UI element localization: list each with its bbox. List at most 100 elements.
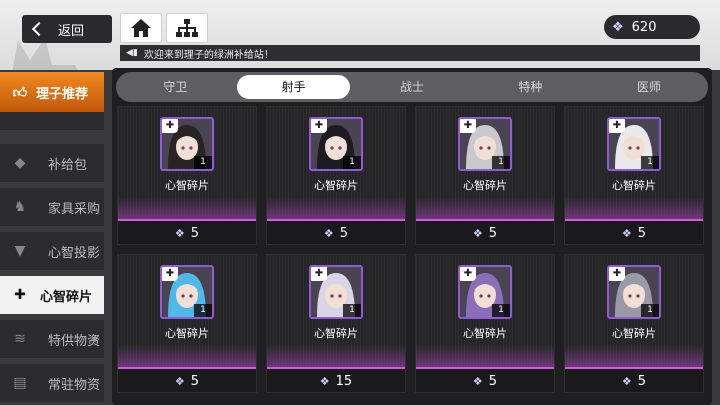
card-glow xyxy=(118,197,256,221)
character-portrait: ✚ 1 xyxy=(309,265,363,319)
shop-item-card[interactable]: ✚ 1 心智碎片 ❖ 5 xyxy=(117,254,257,393)
tab-special[interactable]: 特种 xyxy=(474,75,586,99)
tab-guard[interactable]: 守卫 xyxy=(119,75,231,99)
puzzle-icon: ✚ xyxy=(14,287,26,303)
item-count: 1 xyxy=(492,304,510,317)
character-portrait: ✚ 1 xyxy=(160,117,214,171)
sidebar-item-supply-pack[interactable]: ◆ 补给包 xyxy=(0,144,104,182)
price-value: 5 xyxy=(488,225,498,241)
home-button[interactable] xyxy=(120,13,162,43)
chevron-down-icon: ▼ xyxy=(91,334,98,344)
puzzle-piece-icon: ✚ xyxy=(311,267,327,281)
diamond-gem-icon: ❖ xyxy=(621,226,632,240)
sidebar-item-fragments[interactable]: ✚ 心智碎片 xyxy=(0,276,104,314)
character-portrait: ✚ 1 xyxy=(458,265,512,319)
price-button[interactable]: ❖ 5 xyxy=(118,369,256,393)
home-icon xyxy=(131,19,151,37)
item-count: 1 xyxy=(194,304,212,317)
price-value: 5 xyxy=(339,225,349,241)
shop-item-card[interactable]: ✚ 1 心智碎片 ❖ 5 xyxy=(117,106,257,245)
diamond-gem-icon: ❖ xyxy=(319,374,330,388)
sidebar-item-label: 心智碎片 xyxy=(40,289,93,305)
price-button[interactable]: ❖ 15 xyxy=(267,369,405,393)
back-button[interactable]: 返回 xyxy=(22,15,112,43)
thumbs-up-icon: 👍︎ xyxy=(12,84,28,101)
sidebar-item-label: 常驻物资 xyxy=(48,377,101,393)
notice-bar: ◀▮ 欢迎来到理子的绿洲补给站！ xyxy=(120,45,700,61)
sidebar-item-hidden[interactable] xyxy=(0,112,104,130)
price-value: 5 xyxy=(190,225,200,241)
item-name: 心智碎片 xyxy=(463,179,507,192)
item-count: 1 xyxy=(641,156,659,169)
puzzle-piece-icon: ✚ xyxy=(162,119,178,133)
box-icon: ◆ xyxy=(14,155,26,171)
sidebar-item-recommend[interactable]: 👍︎ 理子推荐 xyxy=(0,72,104,112)
puzzle-piece-icon: ✚ xyxy=(460,119,476,133)
price-button[interactable]: ❖ 5 xyxy=(416,221,554,245)
item-name: 心智碎片 xyxy=(314,327,358,340)
diamond-gem-icon: ❖ xyxy=(472,374,483,388)
item-count: 1 xyxy=(343,156,361,169)
puzzle-piece-icon: ✚ xyxy=(609,267,625,281)
hierarchy-icon xyxy=(176,19,198,37)
item-name: 心智碎片 xyxy=(612,327,656,340)
card-glow xyxy=(267,345,405,369)
item-count: 1 xyxy=(641,304,659,317)
notice-text: 欢迎来到理子的绿洲补给站！ xyxy=(143,49,274,61)
price-button[interactable]: ❖ 5 xyxy=(416,369,554,393)
sidebar-item-standard-supply[interactable]: ▤ 常驻物资 xyxy=(0,364,104,402)
puzzle-piece-icon: ✚ xyxy=(162,267,178,281)
shirt-icon: ▼ xyxy=(14,243,26,259)
diamond-gem-icon: ❖ xyxy=(323,226,334,240)
item-name: 心智碎片 xyxy=(612,179,656,192)
character-portrait: ✚ 1 xyxy=(309,117,363,171)
diamond-gem-icon: ❖ xyxy=(174,374,185,388)
tab-warrior[interactable]: 战士 xyxy=(356,75,468,99)
tab-medic[interactable]: 医师 xyxy=(593,75,705,99)
diamond-gem-icon: ❖ xyxy=(174,226,185,240)
item-count: 1 xyxy=(492,156,510,169)
price-button[interactable]: ❖ 5 xyxy=(565,221,703,245)
puzzle-piece-icon: ✚ xyxy=(609,119,625,133)
back-label: 返回 xyxy=(58,23,85,39)
sidebar-item-furniture[interactable]: ♞ 家具采购 xyxy=(0,188,104,226)
sidebar-item-label: 心智投影 xyxy=(48,245,101,261)
currency-value: 620 xyxy=(631,19,657,35)
price-button[interactable]: ❖ 5 xyxy=(118,221,256,245)
price-value: 5 xyxy=(190,373,200,389)
sidebar-item-projection[interactable]: ▼ 心智投影 xyxy=(0,232,104,270)
card-glow xyxy=(565,345,703,369)
card-glow xyxy=(118,345,256,369)
price-button[interactable]: ❖ 5 xyxy=(267,221,405,245)
character-portrait: ✚ 1 xyxy=(607,265,661,319)
price-value: 5 xyxy=(637,225,647,241)
class-tabs: 守卫 射手 战士 特种 医师 xyxy=(116,72,708,102)
shop-item-card[interactable]: ✚ 1 心智碎片 ❖ 5 xyxy=(415,254,555,393)
shop-item-card[interactable]: ✚ 1 心智碎片 ❖ 5 xyxy=(415,106,555,245)
character-portrait: ✚ 1 xyxy=(160,265,214,319)
puzzle-piece-icon: ✚ xyxy=(311,119,327,133)
shop-item-card[interactable]: ✚ 1 心智碎片 ❖ 5 xyxy=(564,106,704,245)
crate-icon: ▤ xyxy=(13,375,27,391)
sidebar-item-label: 家具采购 xyxy=(48,201,101,217)
chevron-left-icon xyxy=(31,21,47,37)
shop-item-card[interactable]: ✚ 1 心智碎片 ❖ 5 xyxy=(564,254,704,393)
price-value: 5 xyxy=(488,373,498,389)
item-name: 心智碎片 xyxy=(165,327,209,340)
currency-display[interactable]: ❖ 620 xyxy=(604,15,700,39)
shop-item-card[interactable]: ✚ 1 心智碎片 ❖ 5 xyxy=(266,106,406,245)
hierarchy-button[interactable] xyxy=(166,13,208,43)
sidebar-item-special-supply[interactable]: ≋ 特供物资 ▼ xyxy=(0,320,104,358)
card-glow xyxy=(416,197,554,221)
tab-shooter[interactable]: 射手 xyxy=(237,75,350,99)
price-button[interactable]: ❖ 5 xyxy=(565,369,703,393)
top-bar: 返回 ❖ 620 ◀▮ 欢迎来到理子的绿洲补给站！ xyxy=(0,0,720,85)
item-name: 心智碎片 xyxy=(165,179,209,192)
sidebar-item-label: 理子推荐 xyxy=(36,86,89,102)
bunny-icon: ♞ xyxy=(13,199,27,215)
sidebar-item-label: 补给包 xyxy=(48,157,88,173)
puzzle-piece-icon: ✚ xyxy=(460,267,476,281)
shop-item-card[interactable]: ✚ 1 心智碎片 ❖ 15 xyxy=(266,254,406,393)
item-name: 心智碎片 xyxy=(314,179,358,192)
card-glow xyxy=(416,345,554,369)
